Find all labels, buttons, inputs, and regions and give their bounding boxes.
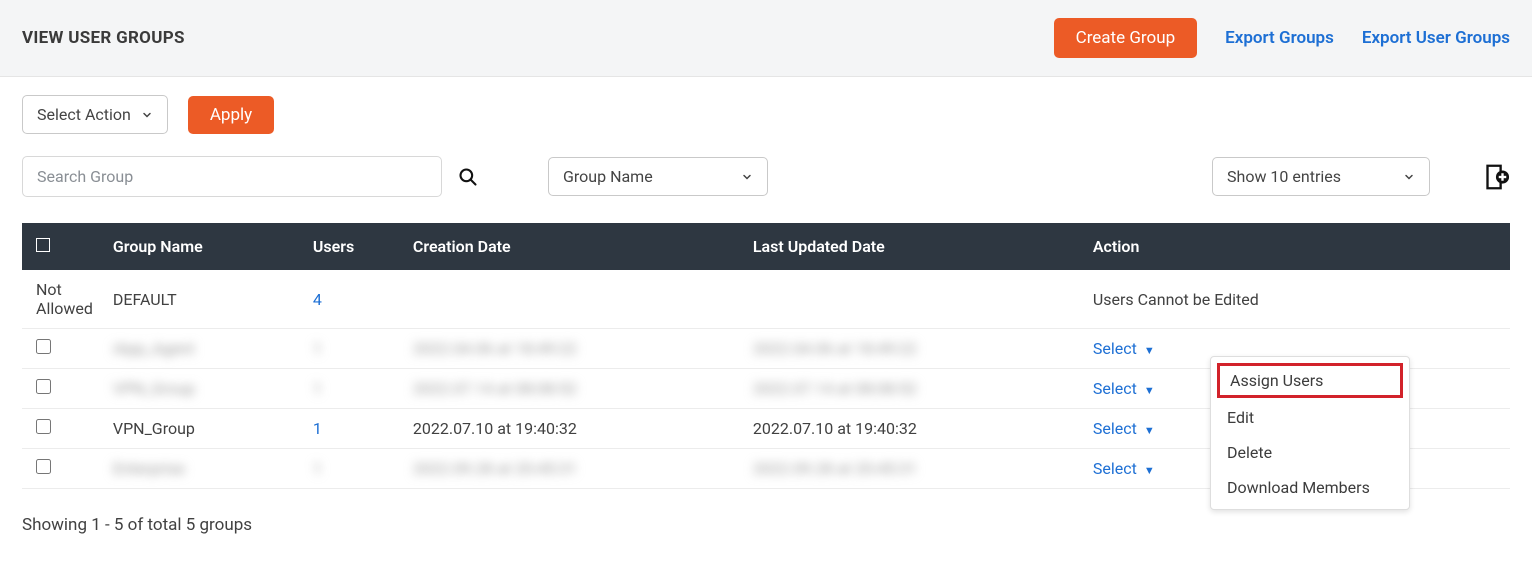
cell-creation-date: 2022.07.14 at 08:08:52 — [403, 369, 743, 409]
caret-down-icon: ▼ — [1144, 424, 1155, 437]
showing-count: Showing 1 - 5 of total 5 groups — [22, 515, 1510, 535]
row-action-text: Users Cannot be Edited — [1083, 270, 1510, 329]
row-action-select[interactable]: Select ▼ — [1093, 339, 1155, 358]
row-checkbox[interactable] — [36, 419, 51, 434]
cell-group-name: VPN_Group — [103, 369, 303, 409]
menu-edit[interactable]: Edit — [1211, 400, 1409, 435]
cell-creation-date — [403, 270, 743, 329]
search-input[interactable] — [22, 156, 442, 197]
show-entries-dropdown[interactable]: Show 10 entries — [1212, 157, 1430, 196]
cell-group-name: iApp_Agent — [103, 329, 303, 369]
cell-group-name: VPN_Group — [103, 409, 303, 449]
caret-down-icon: ▼ — [1144, 464, 1155, 477]
table-header: Group Name Users Creation Date Last Upda… — [22, 223, 1510, 270]
col-creation-date: Creation Date — [403, 223, 743, 270]
users-count-link[interactable]: 1 — [313, 419, 322, 438]
bulk-action-row: Select Action Apply — [22, 95, 1510, 134]
cell-creation-date: 2022.09.28 at 20:45:31 — [403, 449, 743, 489]
cell-group-name: Enterprise — [103, 449, 303, 489]
cell-group-name: DEFAULT — [103, 270, 303, 329]
select-all-checkbox[interactable] — [36, 238, 50, 252]
group-name-filter-dropdown[interactable]: Group Name — [548, 157, 768, 196]
users-count-link[interactable]: 1 — [313, 379, 322, 398]
menu-delete[interactable]: Delete — [1211, 435, 1409, 470]
cell-updated-date: 2022.09.28 at 20:45:31 — [743, 449, 1083, 489]
menu-assign-users[interactable]: Assign Users — [1217, 363, 1403, 398]
chevron-down-icon — [141, 109, 153, 121]
table-row: Not AllowedDEFAULT 4 Users Cannot be Edite… — [22, 270, 1510, 329]
row-action-select[interactable]: Select ▼ — [1093, 459, 1155, 478]
export-user-groups-link[interactable]: Export User Groups — [1362, 28, 1510, 48]
export-groups-link[interactable]: Export Groups — [1225, 28, 1334, 48]
select-action-label: Select Action — [37, 105, 131, 124]
users-count-link[interactable]: 1 — [313, 459, 322, 478]
page-title: VIEW USER GROUPS — [22, 28, 185, 48]
caret-down-icon: ▼ — [1144, 384, 1155, 397]
cell-updated-date: 2022.04.06 at 18:49:22 — [743, 329, 1083, 369]
chevron-down-icon — [741, 171, 753, 183]
filter-row: Group Name Show 10 entries — [22, 156, 1510, 197]
cell-creation-date: 2022.07.10 at 19:40:32 — [403, 409, 743, 449]
apply-button[interactable]: Apply — [188, 96, 274, 134]
group-name-filter-label: Group Name — [563, 167, 653, 186]
header-actions: Create Group Export Groups Export User G… — [1054, 18, 1510, 58]
create-group-button[interactable]: Create Group — [1054, 18, 1198, 58]
row-checkbox[interactable] — [36, 459, 51, 474]
cell-updated-date: 2022.07.14 at 08:08:52 — [743, 369, 1083, 409]
col-group-name: Group Name — [103, 223, 303, 270]
col-last-updated: Last Updated Date — [743, 223, 1083, 270]
cell-updated-date — [743, 270, 1083, 329]
users-count-link[interactable]: 4 — [313, 290, 322, 309]
show-entries-label: Show 10 entries — [1227, 167, 1341, 186]
select-action-dropdown[interactable]: Select Action — [22, 95, 168, 134]
menu-download-members[interactable]: Download Members — [1211, 470, 1409, 505]
content: Select Action Apply Group Name Show 10 e… — [0, 77, 1532, 565]
caret-down-icon: ▼ — [1144, 344, 1155, 357]
row-checkbox[interactable] — [36, 339, 51, 354]
row-not-allowed: Not Allowed — [22, 270, 103, 329]
users-count-link[interactable]: 1 — [313, 339, 322, 358]
row-action-select[interactable]: Select ▼ — [1093, 379, 1155, 398]
row-action-select[interactable]: Select ▼ — [1093, 419, 1155, 438]
cell-updated-date: 2022.07.10 at 19:40:32 — [743, 409, 1083, 449]
col-action: Action — [1083, 223, 1510, 270]
cell-creation-date: 2022.04.06 at 18:49:22 — [403, 329, 743, 369]
search-icon[interactable] — [458, 167, 478, 187]
header-bar: VIEW USER GROUPS Create Group Export Gro… — [0, 0, 1532, 77]
action-dropdown-menu: Assign Users Edit Delete Download Member… — [1210, 356, 1410, 510]
search-wrap — [22, 156, 478, 197]
chevron-down-icon — [1403, 171, 1415, 183]
add-column-icon[interactable] — [1480, 162, 1510, 192]
col-users: Users — [303, 223, 403, 270]
row-checkbox[interactable] — [36, 379, 51, 394]
